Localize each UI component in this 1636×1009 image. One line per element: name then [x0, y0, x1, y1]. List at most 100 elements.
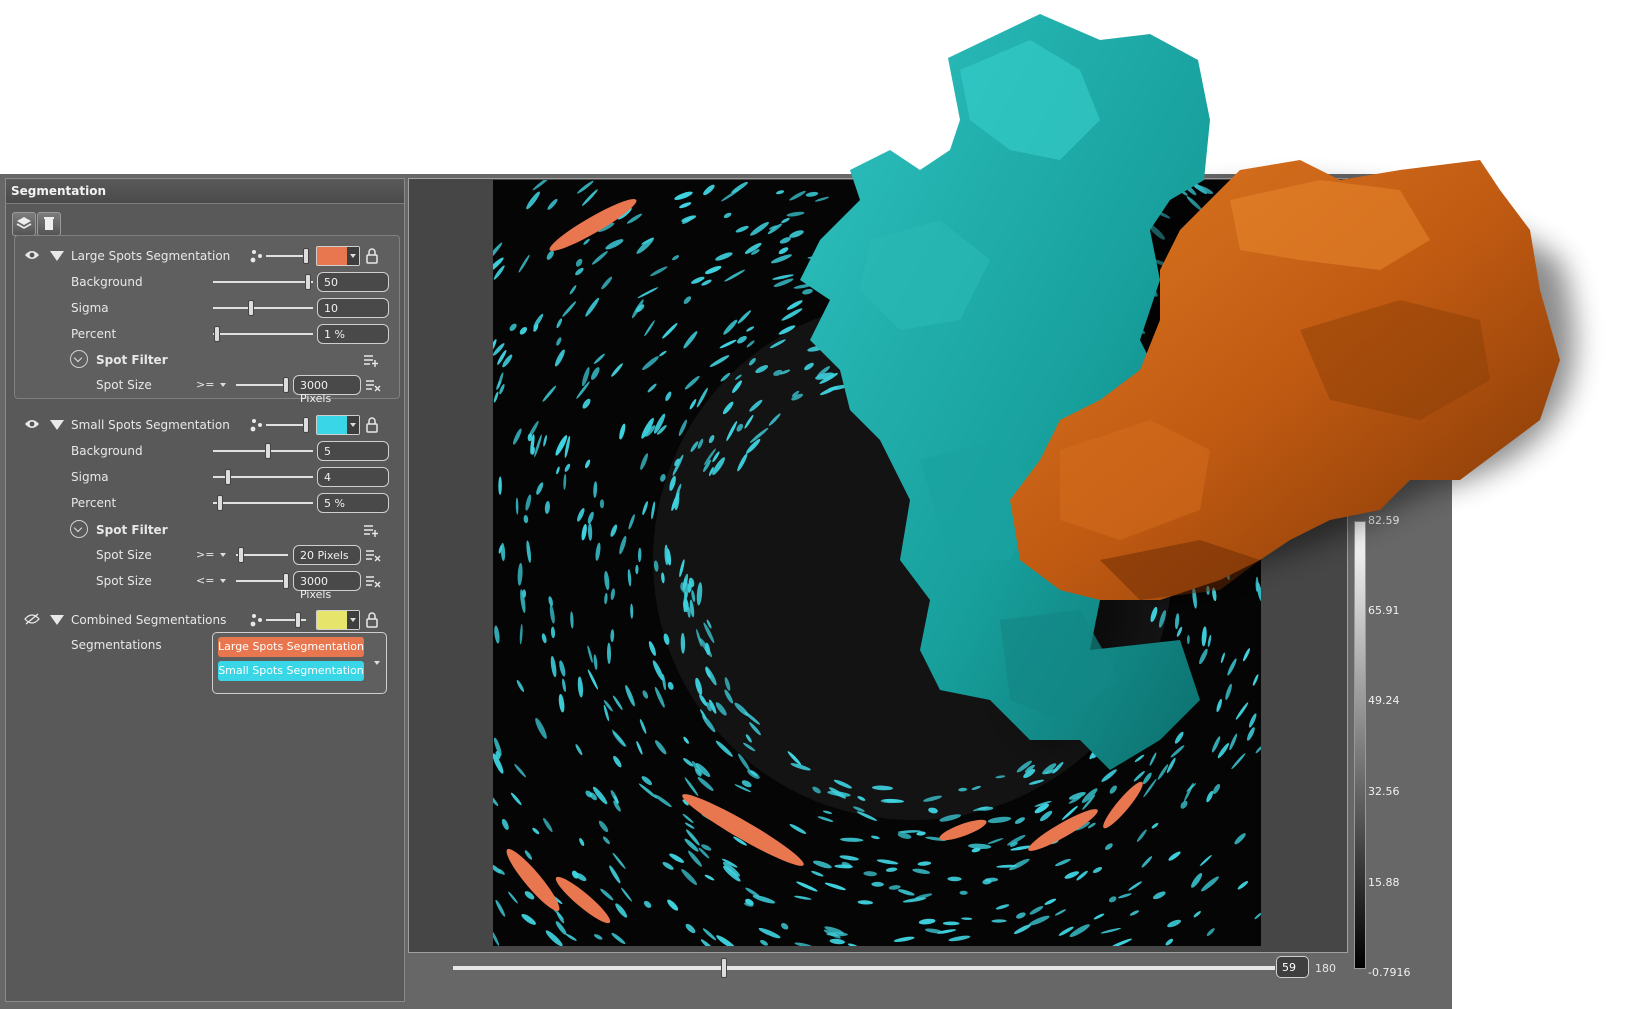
segmentation-chip[interactable]: Large Spots Segmentation	[218, 637, 364, 657]
rule-slider[interactable]	[236, 547, 288, 563]
segmentation-name: Combined Segmentations	[71, 613, 227, 627]
colorbar-label: 65.91	[1368, 604, 1400, 617]
chevron-down-icon	[347, 247, 359, 265]
eye-hidden-icon[interactable]	[24, 613, 40, 625]
chevron-down-icon[interactable]	[220, 383, 226, 387]
frame-slider[interactable]	[453, 958, 1275, 978]
segmentations-list-label: Segmentations	[71, 638, 162, 652]
delete-icon	[44, 217, 54, 230]
chevron-down-icon[interactable]	[374, 661, 380, 665]
rule-label: Spot Size	[96, 378, 152, 392]
lock-icon[interactable]	[366, 611, 378, 629]
frame-input[interactable]: 59	[1276, 956, 1309, 978]
segmentation-chip[interactable]: Small Spots Segmentation	[218, 661, 364, 681]
param-label: Percent	[71, 327, 117, 341]
color-picker[interactable]	[316, 246, 360, 266]
opacity-slider-thumb[interactable]	[303, 248, 309, 264]
delete-button[interactable]	[37, 212, 61, 236]
clear-filter-icon[interactable]	[365, 573, 381, 589]
param-input[interactable]: 10	[317, 298, 389, 318]
lock-icon[interactable]	[366, 416, 378, 434]
param-row: Sigma 4	[10, 466, 400, 488]
segmentation-header: Combined Segmentations	[10, 609, 400, 631]
rule-slider[interactable]	[236, 573, 290, 589]
spots-icon	[250, 614, 262, 627]
param-slider-thumb[interactable]	[265, 443, 271, 459]
eye-icon[interactable]	[24, 418, 40, 430]
frame-max-label: 180	[1315, 962, 1336, 975]
rule-label: Spot Size	[96, 574, 152, 588]
opacity-slider[interactable]	[266, 612, 306, 628]
param-slider-thumb[interactable]	[225, 469, 231, 485]
rule-slider-thumb[interactable]	[238, 547, 245, 563]
param-input[interactable]: 5	[317, 441, 389, 461]
param-slider[interactable]	[213, 300, 313, 316]
collapse-triangle-icon[interactable]	[50, 615, 64, 625]
param-slider[interactable]	[213, 495, 313, 511]
clear-filter-icon[interactable]	[365, 377, 381, 393]
colorbar-label: 49.24	[1368, 694, 1400, 707]
segmentation-name: Small Spots Segmentation	[71, 418, 230, 432]
rule-operator[interactable]: >=	[196, 548, 214, 561]
chevron-down-icon[interactable]	[70, 520, 88, 538]
spots-icon	[250, 250, 262, 263]
spot-filter-header: Spot Filter	[10, 349, 400, 371]
param-input[interactable]: 50	[317, 272, 389, 292]
chevron-down-icon[interactable]	[220, 553, 226, 557]
rule-input[interactable]: 3000 Pixels	[293, 375, 361, 405]
eye-icon[interactable]	[24, 249, 40, 261]
param-slider-thumb[interactable]	[248, 300, 254, 316]
param-label: Background	[71, 444, 143, 458]
rule-input[interactable]: 20 Pixels	[293, 545, 361, 565]
param-slider-thumb[interactable]	[217, 495, 223, 511]
param-row: Percent 5 %	[10, 492, 400, 514]
param-slider[interactable]	[213, 274, 313, 290]
collapse-triangle-icon[interactable]	[50, 251, 64, 261]
spot-filter-rule: Spot Size >= 3000 Pixels	[10, 374, 400, 405]
opacity-slider[interactable]	[266, 417, 309, 433]
opacity-slider-thumb[interactable]	[295, 612, 301, 628]
panel-header: Segmentation	[6, 179, 404, 204]
rule-operator[interactable]: <=	[196, 574, 214, 587]
add-filter-icon[interactable]	[363, 522, 379, 538]
segmentation-header: Large Spots Segmentation	[10, 245, 400, 267]
frame-slider-thumb[interactable]	[721, 958, 728, 978]
segmentations-list[interactable]: Large Spots Segmentation Small Spots Segm…	[212, 632, 387, 694]
microscopy-image[interactable]	[493, 180, 1261, 946]
color-picker[interactable]	[316, 415, 360, 435]
chevron-down-icon[interactable]	[70, 350, 88, 368]
colorbar-label: 82.59	[1368, 514, 1400, 527]
panel-title: Segmentation	[11, 184, 107, 198]
param-label: Sigma	[71, 470, 109, 484]
param-input[interactable]: 4	[317, 467, 389, 487]
param-label: Percent	[71, 496, 117, 510]
rule-slider-thumb[interactable]	[283, 573, 290, 589]
collapse-triangle-icon[interactable]	[50, 420, 64, 430]
layers-icon	[16, 217, 32, 229]
param-slider-thumb[interactable]	[305, 274, 311, 290]
param-slider[interactable]	[213, 443, 313, 459]
rule-label: Spot Size	[96, 548, 152, 562]
param-slider-thumb[interactable]	[214, 326, 220, 342]
layers-button[interactable]	[12, 212, 36, 236]
lock-icon[interactable]	[366, 247, 378, 265]
clear-filter-icon[interactable]	[365, 547, 381, 563]
add-filter-icon[interactable]	[363, 352, 379, 368]
rule-operator[interactable]: >=	[196, 378, 214, 391]
rule-slider-thumb[interactable]	[283, 377, 290, 393]
rule-input[interactable]: 3000 Pixels	[293, 571, 361, 601]
chevron-down-icon[interactable]	[220, 579, 226, 583]
param-slider[interactable]	[213, 326, 313, 342]
param-row: Background 50	[10, 271, 400, 293]
opacity-slider[interactable]	[266, 248, 309, 264]
spot-filter-rule: Spot Size <= 3000 Pixels	[10, 570, 400, 601]
intensity-colorbar	[1354, 521, 1366, 969]
opacity-slider-thumb[interactable]	[303, 417, 309, 433]
param-input[interactable]: 5 %	[317, 493, 389, 513]
param-label: Background	[71, 275, 143, 289]
rule-slider[interactable]	[236, 377, 290, 393]
param-input[interactable]: 1 %	[317, 324, 389, 344]
param-slider[interactable]	[213, 469, 313, 485]
color-picker[interactable]	[316, 610, 360, 630]
spot-filter-header: Spot Filter	[10, 519, 400, 541]
